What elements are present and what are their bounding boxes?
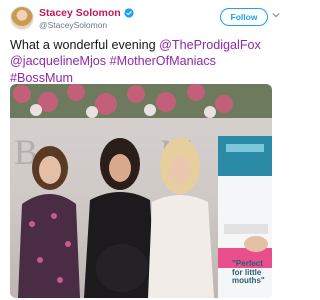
- verified-badge-icon: [124, 8, 134, 18]
- hashtag-link[interactable]: #MotherOfManiacs: [110, 54, 216, 68]
- hashtag-link[interactable]: #BossMum: [10, 71, 73, 85]
- mention-link[interactable]: @jacquelineMjos: [10, 54, 106, 68]
- tweet-header: Stacey Solomon @StaceySolomon Follow: [10, 6, 280, 32]
- author-handle[interactable]: @StaceySolomon: [39, 20, 134, 30]
- avatar[interactable]: [10, 6, 34, 30]
- follow-button[interactable]: Follow: [220, 8, 268, 26]
- author-display-name[interactable]: Stacey Solomon: [39, 7, 121, 19]
- name-row: Stacey Solomon: [39, 7, 134, 19]
- poster-text: "Perfect for little mouths": [232, 259, 265, 286]
- tweet-photo[interactable]: B M "Perfect for little mouths": [10, 84, 272, 298]
- author-block: Stacey Solomon @StaceySolomon: [39, 7, 134, 30]
- tweet-text: What a wonderful evening @TheProdigalFox…: [10, 37, 280, 86]
- chevron-down-icon[interactable]: [272, 12, 280, 18]
- tweet-text-plain: What a wonderful evening: [10, 38, 160, 52]
- mention-link[interactable]: @TheProdigalFox: [159, 38, 261, 52]
